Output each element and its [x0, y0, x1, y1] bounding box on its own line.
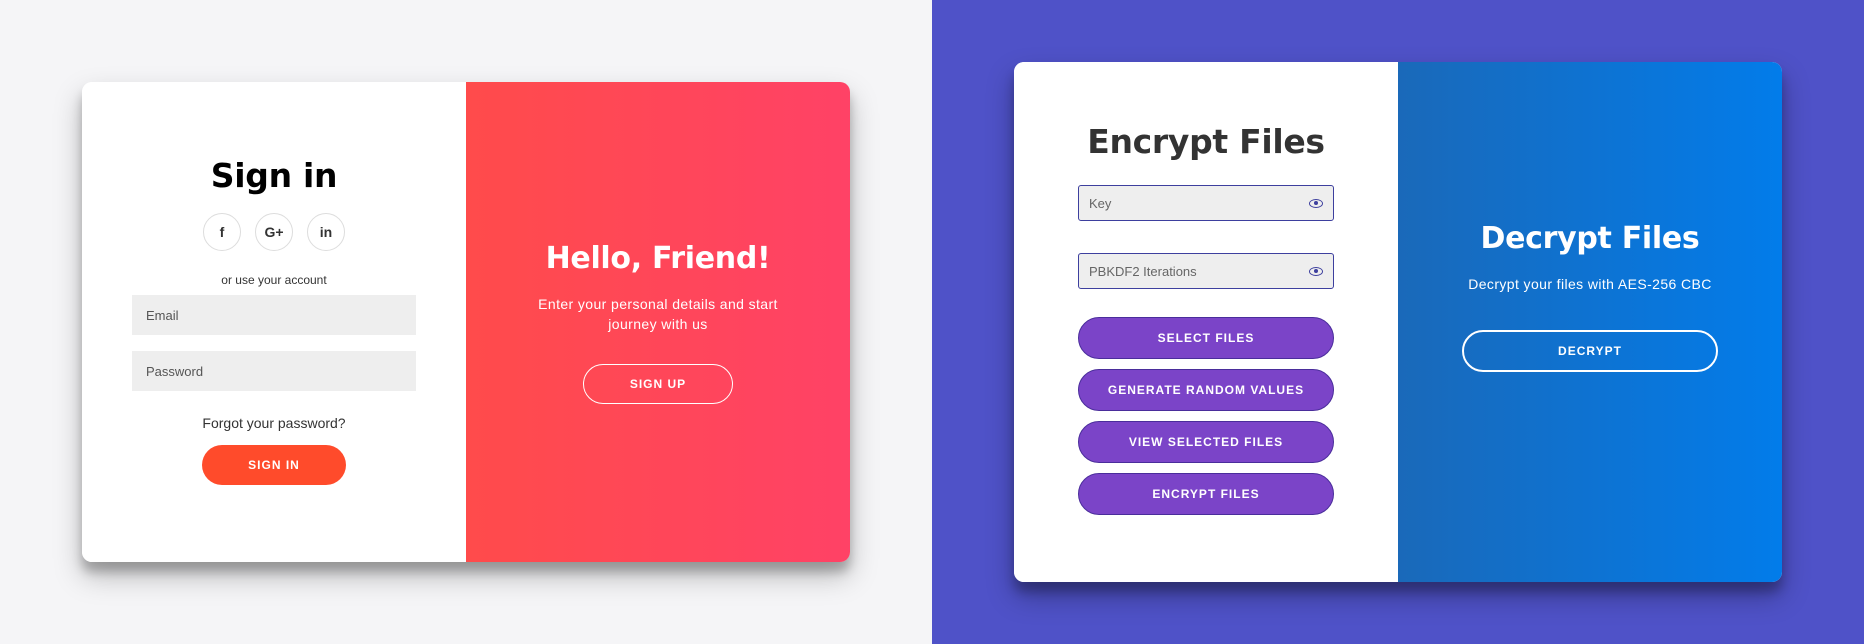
email-field[interactable]: Email	[132, 295, 416, 335]
key-placeholder: Key	[1089, 195, 1112, 211]
hello-title: Hello, Friend!	[545, 240, 771, 276]
forgot-password-link[interactable]: Forgot your password?	[202, 415, 345, 431]
select-files-button[interactable]: SELECT FILES	[1078, 317, 1334, 359]
password-field[interactable]: Password	[132, 351, 416, 391]
decrypt-button[interactable]: DECRYPT	[1462, 329, 1718, 372]
decrypt-title: Decrypt Files	[1480, 220, 1700, 256]
signin-title: Sign in	[210, 156, 338, 195]
iterations-input[interactable]: PBKDF2 Iterations	[1078, 253, 1334, 289]
hello-text: Enter your personal details and start jo…	[538, 295, 778, 332]
encrypt-card: Encrypt Files Key PBKDF2 Iterations SELE…	[1014, 62, 1782, 582]
alt-signin-text: or use your account	[221, 273, 327, 287]
generate-random-values-button[interactable]: GENERATE RANDOM VALUES	[1078, 369, 1334, 411]
eye-icon[interactable]	[1309, 266, 1323, 276]
linkedin-icon[interactable]: in	[307, 213, 345, 251]
facebook-icon[interactable]: f	[203, 213, 241, 251]
hello-panel: Hello, Friend! Enter your personal detai…	[466, 82, 850, 562]
encrypt-files-button[interactable]: ENCRYPT FILES	[1078, 473, 1334, 515]
key-input[interactable]: Key	[1078, 185, 1334, 221]
view-selected-files-button[interactable]: VIEW SELECTED FILES	[1078, 421, 1334, 463]
signin-form: Sign in f G+ in or use your account Emai…	[82, 82, 466, 562]
sign-up-button[interactable]: SIGN UP	[583, 363, 733, 404]
encrypt-screen: Encrypt Files Key PBKDF2 Iterations SELE…	[932, 0, 1864, 644]
decrypt-panel: Decrypt Files Decrypt your files with AE…	[1398, 62, 1782, 582]
decrypt-text: Decrypt your files with AES-256 CBC	[1468, 275, 1712, 292]
eye-icon[interactable]	[1309, 198, 1323, 208]
encrypt-form: Encrypt Files Key PBKDF2 Iterations SELE…	[1014, 62, 1398, 582]
encrypt-title: Encrypt Files	[1087, 122, 1325, 161]
sign-in-button[interactable]: SIGN IN	[202, 445, 346, 485]
signin-card: Sign in f G+ in or use your account Emai…	[82, 82, 850, 562]
social-row: f G+ in	[203, 213, 345, 251]
signin-screen: Sign in f G+ in or use your account Emai…	[0, 0, 932, 644]
iterations-placeholder: PBKDF2 Iterations	[1089, 263, 1197, 279]
google-plus-icon[interactable]: G+	[255, 213, 293, 251]
